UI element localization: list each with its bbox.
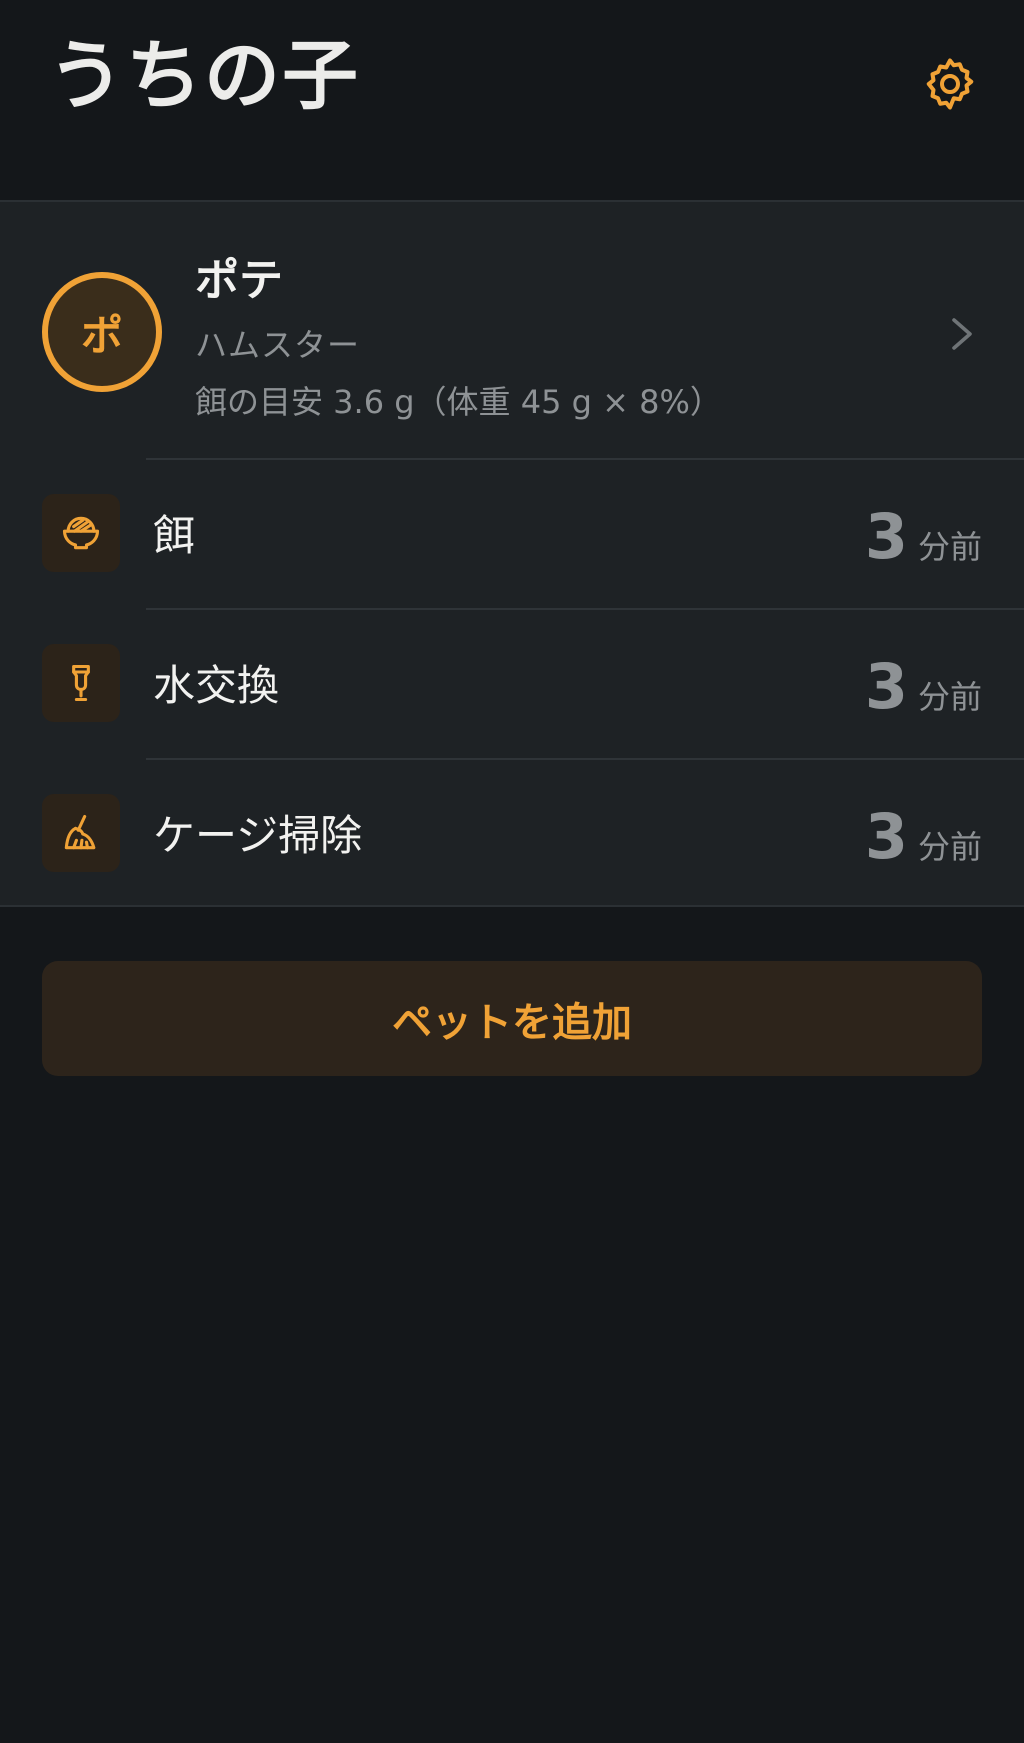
pet-food-guide: 餌の目安 3.6 g（体重 45 g × 8%） [195, 383, 722, 421]
add-pet-button[interactable]: ペットを追加 [42, 961, 982, 1076]
task-row-feed[interactable]: 餌 3 分前 [0, 460, 1024, 608]
elapsed-unit: 分前 [917, 528, 982, 566]
task-icon-box [42, 794, 120, 872]
task-row-cage[interactable]: ケージ掃除 3 分前 [0, 760, 1024, 908]
settings-button[interactable] [918, 52, 982, 116]
elapsed-value: 3 [864, 500, 908, 573]
elapsed-value: 3 [864, 800, 908, 873]
pet-avatar: ポ [42, 272, 162, 392]
task-label: 水交換 [153, 661, 280, 710]
gear-icon [926, 58, 974, 110]
rice-bowl-icon [62, 516, 100, 550]
water-bottle-icon [72, 664, 90, 702]
elapsed-unit: 分前 [917, 828, 982, 866]
task-label: ケージ掃除 [153, 811, 363, 860]
app-header: うちの子 [0, 0, 1024, 200]
chevron-right-icon [952, 318, 972, 350]
pet-name: ポテ [195, 255, 283, 306]
elapsed-unit: 分前 [917, 678, 982, 716]
task-row-water[interactable]: 水交換 3 分前 [0, 610, 1024, 758]
elapsed-value: 3 [864, 650, 908, 723]
task-elapsed: 3 分前 [865, 500, 982, 573]
broom-icon [64, 814, 96, 850]
task-icon-box [42, 644, 120, 722]
task-elapsed: 3 分前 [865, 800, 982, 873]
task-icon-box [42, 494, 120, 572]
page-title: うちの子 [48, 31, 360, 120]
pet-species: ハムスター [195, 326, 361, 364]
task-elapsed: 3 分前 [865, 650, 982, 723]
task-label: 餌 [153, 511, 196, 560]
pet-row[interactable]: ポ ポテ ハムスター 餌の目安 3.6 g（体重 45 g × 8%） [0, 202, 1024, 458]
pet-card: ポ ポテ ハムスター 餌の目安 3.6 g（体重 45 g × 8%） 餌 3 … [0, 200, 1024, 907]
